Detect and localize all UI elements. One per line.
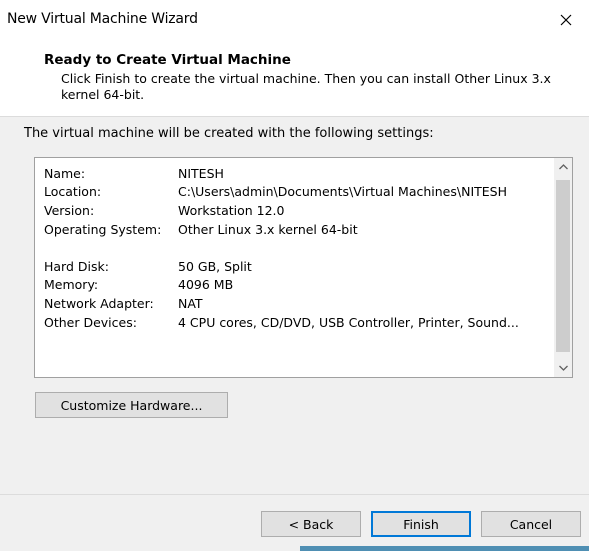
page-title: Ready to Create Virtual Machine: [44, 52, 291, 68]
cancel-button[interactable]: Cancel: [481, 511, 581, 537]
setting-key: Network Adapter:: [44, 295, 154, 311]
close-icon: [560, 14, 572, 26]
settings-list: Name: NITESH Location: C:\Users\admin\Do…: [44, 164, 519, 331]
setting-value: Workstation 12.0: [178, 202, 285, 218]
chevron-up-icon: [558, 164, 568, 170]
setting-key: Location:: [44, 184, 102, 200]
scroll-up-button[interactable]: [554, 158, 572, 176]
close-button[interactable]: [543, 0, 589, 40]
settings-row-blank: [44, 238, 519, 257]
settings-row-hard-disk: Hard Disk: 50 GB, Split: [44, 257, 519, 276]
settings-row-name: Name: NITESH: [44, 164, 519, 183]
wizard-content: The virtual machine will be created with…: [0, 117, 589, 494]
settings-row-version: Version: Workstation 12.0: [44, 201, 519, 220]
page-description: Click Finish to create the virtual machi…: [61, 71, 551, 102]
setting-value: 4096 MB: [178, 277, 234, 293]
setting-key: Other Devices:: [44, 314, 137, 330]
settings-row-location: Location: C:\Users\admin\Documents\Virtu…: [44, 183, 519, 202]
taskbar-edge-highlight: [300, 546, 589, 551]
wizard-footer: < Back Finish Cancel: [0, 495, 589, 551]
settings-row-os: Operating System: Other Linux 3.x kernel…: [44, 220, 519, 239]
settings-intro: The virtual machine will be created with…: [24, 126, 434, 141]
finish-button[interactable]: Finish: [371, 511, 471, 537]
setting-key: Version:: [44, 202, 95, 218]
scroll-thumb[interactable]: [556, 180, 570, 352]
scroll-down-button[interactable]: [554, 359, 572, 377]
setting-value: Other Linux 3.x kernel 64-bit: [178, 221, 358, 237]
setting-value: NAT: [178, 295, 203, 311]
vertical-scrollbar[interactable]: [554, 158, 572, 377]
settings-row-memory: Memory: 4096 MB: [44, 276, 519, 295]
taskbar-edge: [0, 546, 589, 551]
title-bar: New Virtual Machine Wizard: [0, 0, 589, 40]
setting-value: 4 CPU cores, CD/DVD, USB Controller, Pri…: [178, 314, 519, 330]
settings-row-network: Network Adapter: NAT: [44, 294, 519, 313]
setting-value: 50 GB, Split: [178, 258, 252, 274]
setting-value: C:\Users\admin\Documents\Virtual Machine…: [178, 184, 507, 200]
back-button[interactable]: < Back: [261, 511, 361, 537]
setting-value: NITESH: [178, 165, 224, 181]
settings-row-other-devices: Other Devices: 4 CPU cores, CD/DVD, USB …: [44, 313, 519, 332]
setting-key: Name:: [44, 165, 86, 181]
setting-key: Hard Disk:: [44, 258, 109, 274]
customize-hardware-button[interactable]: Customize Hardware...: [35, 392, 228, 418]
chevron-down-icon: [558, 365, 568, 371]
settings-summary[interactable]: Name: NITESH Location: C:\Users\admin\Do…: [34, 157, 573, 378]
setting-key: Operating System:: [44, 221, 162, 237]
window-title: New Virtual Machine Wizard: [7, 11, 198, 27]
wizard-header: Ready to Create Virtual Machine Click Fi…: [0, 40, 589, 116]
setting-key: Memory:: [44, 277, 99, 293]
